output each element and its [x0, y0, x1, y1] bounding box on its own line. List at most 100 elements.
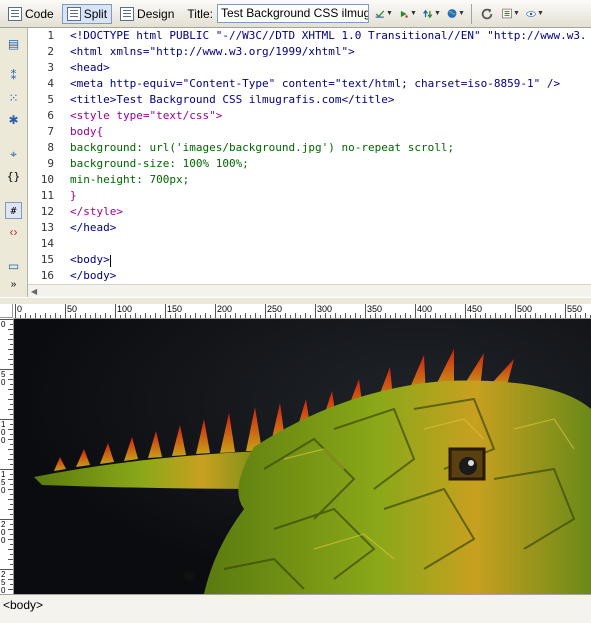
line-number: 14: [40, 237, 54, 250]
ruler-tick: [10, 394, 13, 395]
code-line[interactable]: 4 <meta http-equiv="Content-Type" content…: [28, 77, 591, 93]
ruler-label: 0: [1, 320, 6, 329]
ruler-tick: [395, 313, 396, 318]
ruler-tick: [10, 584, 13, 585]
browser-check-button[interactable]: ▼: [447, 5, 465, 23]
ruler-tick: [535, 313, 536, 318]
line-number: 6: [47, 109, 54, 122]
collapse-selection-button[interactable]: ⁙: [5, 90, 22, 107]
ruler-label: 250: [267, 304, 283, 314]
preview-in-browser-icon: [400, 10, 408, 18]
ruler-tick: [8, 559, 13, 560]
globe-icon: [447, 9, 457, 18]
sync-button[interactable]: ▼: [423, 5, 441, 23]
ruler-tick: [10, 484, 13, 485]
ruler-tick: [8, 549, 13, 550]
code-line[interactable]: 14: [28, 237, 591, 253]
preview-button[interactable]: ▼: [399, 5, 417, 23]
ruler-tick: [10, 504, 13, 505]
code-line[interactable]: 1 <!DOCTYPE html PUBLIC "-//W3C//DTD XHTM…: [28, 29, 591, 45]
code-line[interactable]: 2 <html xmlns="http://www.w3.org/1999/xht…: [28, 45, 591, 61]
code-line[interactable]: 6 <style type="text/css">: [28, 109, 591, 125]
ruler-tick: [10, 414, 13, 415]
view-options-button[interactable]: ▼: [502, 5, 520, 23]
file-management-button[interactable]: ▼: [375, 5, 393, 23]
ruler-tick: [8, 539, 13, 540]
ruler-tick: [80, 315, 81, 318]
ruler-tick: [365, 304, 366, 318]
split-view-button[interactable]: Split: [61, 3, 113, 24]
code-line[interactable]: 7 body{: [28, 125, 591, 141]
ruler-tick: [8, 379, 13, 380]
status-bar: <body>: [0, 594, 591, 623]
ruler-tick: [60, 315, 61, 318]
line-number: 4: [47, 77, 54, 90]
ruler-tick: [55, 313, 56, 318]
view-options-icon: [502, 8, 512, 19]
code-line[interactable]: 3 <head>: [28, 61, 591, 77]
ruler-tick: [140, 315, 141, 318]
open-documents-icon: ▤: [7, 37, 20, 51]
horizontal-scrollbar[interactable]: ◀: [28, 284, 591, 298]
ruler-tick: [145, 313, 146, 318]
balance-braces-button[interactable]: {}: [5, 168, 22, 185]
code-text: }: [70, 189, 77, 202]
open-documents-button[interactable]: ▤: [5, 36, 22, 53]
more-button[interactable]: »: [5, 276, 22, 293]
ruler-tick: [10, 574, 13, 575]
code-line[interactable]: 10 min-height: 700px;: [28, 173, 591, 189]
ruler-tick: [8, 359, 13, 360]
ruler-tick: [265, 304, 266, 318]
visual-aids-icon: [526, 10, 536, 17]
apply-comment-button[interactable]: ▭: [5, 258, 22, 275]
ruler-origin[interactable]: [0, 304, 13, 318]
tag-selector-body[interactable]: <body>: [3, 598, 43, 612]
code-line[interactable]: 5 <title>Test Background CSS ilmugrafis.c…: [28, 93, 591, 109]
ruler-tick: [510, 315, 511, 318]
ruler-tick: [8, 509, 13, 510]
code-line[interactable]: 8 background: url('images/background.jpg'…: [28, 141, 591, 157]
ruler-tick: [10, 364, 13, 365]
code-editor[interactable]: 1 <!DOCTYPE html PUBLIC "-//W3C//DTD XHTM…: [28, 28, 591, 284]
ruler-tick: [340, 315, 341, 318]
highlight-invalid-code-button[interactable]: ‹›: [5, 224, 22, 241]
ruler-tick: [420, 315, 421, 318]
code-line[interactable]: 16 </body>: [28, 269, 591, 284]
title-label: Title:: [187, 6, 213, 21]
expand-all-button[interactable]: ✱: [5, 112, 22, 129]
line-number: 3: [47, 61, 54, 74]
ruler-tick: [10, 384, 13, 385]
more-icon: »: [10, 279, 17, 290]
ruler-tick: [10, 374, 13, 375]
ruler-tick: [8, 489, 13, 490]
select-parent-tag-button[interactable]: ⌖: [5, 146, 22, 163]
ruler-tick: [495, 313, 496, 318]
ruler-label: 150: [1, 470, 6, 495]
title-input[interactable]: Test Background CSS ilmugrafis: [216, 4, 369, 23]
code-line[interactable]: 15 <body>: [28, 253, 591, 269]
code-line[interactable]: 9 background-size: 100% 100%;: [28, 157, 591, 173]
line-number: 12: [40, 205, 54, 218]
ruler-tick: [455, 313, 456, 318]
ruler-tick: [10, 494, 13, 495]
ruler-tick: [540, 315, 541, 318]
collapse-full-tag-button[interactable]: ⁑: [5, 68, 22, 85]
code-line[interactable]: 11}: [28, 189, 591, 205]
ruler-label: 0: [17, 304, 23, 314]
line-numbers-button[interactable]: #: [5, 202, 22, 219]
ruler-tick: [10, 344, 13, 345]
design-view-button[interactable]: Design: [115, 4, 179, 24]
collapse-full-tag-icon: ⁑: [10, 69, 17, 83]
document-toolbar: Code Split Design Title: Test Background…: [0, 0, 591, 28]
ruler-tick: [550, 315, 551, 318]
ruler-tick: [255, 313, 256, 318]
design-view[interactable]: [14, 319, 591, 594]
code-line[interactable]: 13 </head>: [28, 221, 591, 237]
ruler-tick: [185, 313, 186, 318]
visual-aids-button[interactable]: ▼: [526, 5, 544, 23]
ruler-tick: [490, 315, 491, 318]
code-line[interactable]: 12 </style>: [28, 205, 591, 221]
code-view-button[interactable]: Code: [3, 4, 59, 24]
ruler-tick: [10, 534, 13, 535]
refresh-button[interactable]: [478, 5, 496, 23]
